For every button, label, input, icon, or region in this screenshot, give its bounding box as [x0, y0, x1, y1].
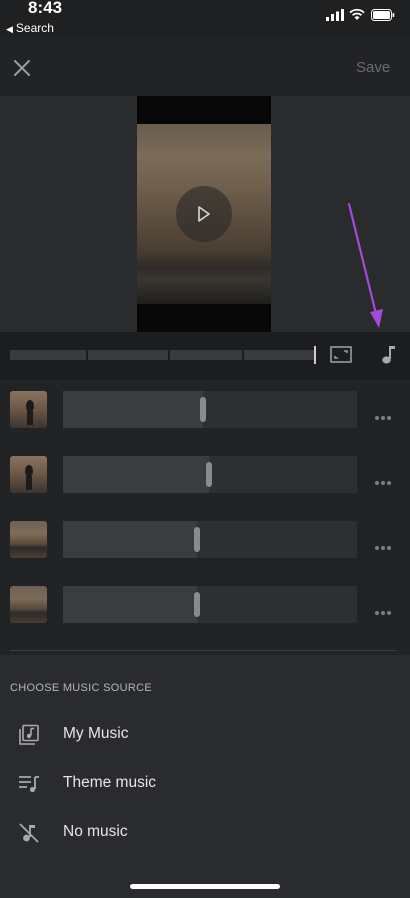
play-button[interactable] [176, 186, 232, 242]
wifi-icon [349, 8, 365, 20]
clip-more-options[interactable] [375, 472, 395, 485]
top-app-bar [0, 38, 410, 96]
clip-trim-bar[interactable] [63, 586, 357, 623]
music-off-icon [19, 823, 39, 843]
timeline-segment [244, 350, 316, 360]
trim-handle[interactable] [194, 592, 200, 617]
fit-screen-icon[interactable] [330, 346, 352, 363]
back-to-search-link[interactable]: ◀ Search [6, 21, 54, 35]
cellular-signal-icon [326, 9, 344, 21]
timeline-segment [88, 350, 168, 360]
trim-handle[interactable] [206, 462, 212, 487]
person-figure-image [26, 400, 34, 425]
option-my-music[interactable]: My Music [0, 714, 410, 758]
music-source-heading: CHOOSE MUSIC SOURCE [10, 682, 152, 694]
play-icon [198, 206, 210, 222]
clip-more-options[interactable] [375, 602, 395, 615]
music-library-icon [19, 724, 39, 745]
music-note-icon[interactable] [381, 344, 397, 365]
clip-more-options[interactable] [375, 407, 395, 420]
option-no-music[interactable]: No music [0, 812, 410, 856]
clip-more-options[interactable] [375, 537, 395, 550]
clip-thumbnail[interactable] [10, 586, 47, 623]
clip-trim-bar[interactable] [63, 521, 357, 558]
trim-handle[interactable] [194, 527, 200, 552]
clip-thumbnail[interactable] [10, 391, 47, 428]
timeline-segment [170, 350, 242, 360]
clip-trim-fill [63, 456, 209, 493]
clip-trim-bar[interactable] [63, 391, 357, 428]
clip-trim-fill [63, 521, 197, 558]
timeline-playhead[interactable] [314, 346, 316, 364]
divider [10, 650, 397, 651]
clip-trim-bar[interactable] [63, 456, 357, 493]
playlist-icon [19, 776, 39, 793]
back-triangle-icon: ◀ [6, 24, 13, 34]
person-figure-image [25, 465, 33, 490]
option-label: No music [63, 823, 128, 840]
option-theme-music[interactable]: Theme music [0, 763, 410, 807]
trim-handle[interactable] [200, 397, 206, 422]
option-label: Theme music [63, 774, 157, 791]
timeline-segment [10, 350, 86, 360]
clip-trim-fill [63, 391, 203, 428]
option-label: My Music [63, 725, 129, 742]
save-button[interactable]: Save [356, 59, 390, 76]
annotation-arrow [347, 202, 383, 328]
clip-trim-fill [63, 586, 197, 623]
clip-thumbnail[interactable] [10, 456, 47, 493]
status-time: 8:43 [28, 0, 63, 17]
close-icon[interactable] [10, 56, 34, 80]
battery-icon [371, 9, 395, 21]
clip-thumbnail[interactable] [10, 521, 47, 558]
back-label: Search [15, 21, 54, 35]
timeline-track[interactable] [10, 350, 316, 360]
home-indicator [130, 884, 280, 889]
